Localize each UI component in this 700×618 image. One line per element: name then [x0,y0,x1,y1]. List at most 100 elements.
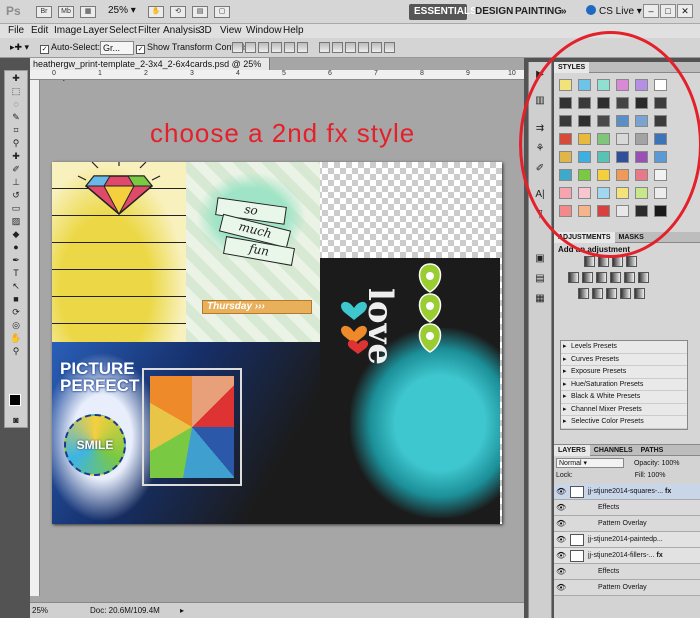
blur-tool-icon[interactable]: ◆ [5,228,27,240]
menu-file[interactable]: File [8,25,24,36]
style-swatch[interactable] [635,79,648,91]
minimize-icon[interactable]: – [643,4,659,18]
layer-effects-row[interactable]: 👁 Effects [554,564,700,580]
threshold-icon[interactable] [606,288,617,299]
style-swatch[interactable] [654,205,667,217]
style-swatch[interactable] [578,115,591,127]
menu-select[interactable]: Select [109,25,137,36]
distribute-left-icon[interactable] [358,42,370,53]
style-swatch[interactable] [559,115,572,127]
style-swatch[interactable] [635,115,648,127]
play-actions-icon[interactable]: ▶ [532,68,548,82]
levels-icon[interactable] [598,256,609,267]
style-swatch[interactable] [654,151,667,163]
zoom-tool-icon[interactable]: ⚲ [5,345,27,357]
tab-styles[interactable]: STYLES [554,62,590,73]
style-swatch[interactable] [616,205,629,217]
character-icon[interactable]: A| [532,188,548,202]
menu-help[interactable]: Help [283,25,304,36]
layer-effect-row[interactable]: 👁 Pattern Overlay [554,580,700,596]
rotate-view-icon[interactable]: ⟲ [170,6,186,18]
brush-presets-icon[interactable]: ⇉ [532,122,548,136]
cs-live-button[interactable]: CS Live ▾ [586,5,642,17]
posterize-icon[interactable] [592,288,603,299]
preset-item[interactable]: Channel Mixer Presets [561,404,687,416]
healing-tool-icon[interactable]: ✚ [5,150,27,162]
style-swatch[interactable] [559,169,572,181]
style-swatch[interactable] [559,205,572,217]
layer-effects-row[interactable]: 👁 Effects [554,500,700,516]
style-swatch[interactable] [597,115,610,127]
history-icon[interactable]: ▥ [532,94,548,108]
navigator-icon[interactable]: ▣ [532,252,548,266]
auto-select-dropdown[interactable]: Gr... [100,41,134,55]
dodge-tool-icon[interactable]: ● [5,241,27,253]
history-brush-tool-icon[interactable]: ↺ [5,189,27,201]
bridge-icon[interactable]: Br [36,6,52,18]
style-swatch[interactable] [654,115,667,127]
color-balance-icon[interactable] [596,272,607,283]
style-swatch[interactable] [654,169,667,181]
menu-3d[interactable]: 3D [199,25,212,36]
style-swatch[interactable] [616,151,629,163]
tab-channels[interactable]: CHANNELS [590,445,637,456]
channel-mixer-icon[interactable] [638,272,649,283]
menu-view[interactable]: View [220,25,242,36]
style-swatch[interactable] [597,169,610,181]
style-swatch[interactable] [616,133,629,145]
brush-tool-icon[interactable]: ✐ [5,163,27,175]
brushes-icon[interactable]: ✐ [532,162,548,176]
style-swatch[interactable] [635,187,648,199]
path-select-tool-icon[interactable]: ↖ [5,280,27,292]
style-swatch[interactable] [616,115,629,127]
minibridge-icon[interactable]: Mb [58,6,74,18]
layer-row[interactable]: 👁 jj-stjune2014-squares-... fx [554,484,700,500]
shape-tool-icon[interactable]: ■ [5,293,27,305]
gradient-tool-icon[interactable]: ▨ [5,215,27,227]
preset-item[interactable]: Black & White Presets [561,391,687,404]
brightness-icon[interactable] [584,256,595,267]
preset-item[interactable]: Curves Presets [561,354,687,366]
menu-filter[interactable]: Filter [138,25,160,36]
style-swatch[interactable] [597,97,610,109]
style-swatch[interactable] [578,79,591,91]
menu-layer[interactable]: Layer [83,25,108,36]
maximize-icon[interactable]: □ [660,4,676,18]
3d-camera-tool-icon[interactable]: ◎ [5,319,27,331]
distribute-bottom-icon[interactable] [345,42,357,53]
3d-rotate-tool-icon[interactable]: ⟳ [5,306,27,318]
fill-value[interactable]: 100% [648,472,666,479]
quick-mask-icon[interactable]: ◙ [5,414,27,426]
style-swatch[interactable] [559,187,572,199]
visibility-eye-icon[interactable]: 👁 [556,516,566,531]
workspace-essentials[interactable]: ESSENTIALS [409,4,477,20]
tab-adjustments[interactable]: ADJUSTMENTS [554,232,615,243]
document-tab[interactable]: heathergw_print-template_2-3x4_2-6x4card… [30,58,270,81]
style-swatch[interactable] [578,187,591,199]
close-icon[interactable]: ✕ [677,4,693,18]
status-zoom[interactable]: 25% [32,606,48,615]
curves-icon[interactable] [612,256,623,267]
arrange-documents-icon[interactable]: ▤ [192,6,208,18]
preset-item[interactable]: Levels Presets [561,341,687,354]
blend-mode-select[interactable]: Normal ▾ [556,458,624,468]
visibility-eye-icon[interactable]: 👁 [556,564,566,579]
style-swatch[interactable] [654,97,667,109]
style-swatch[interactable] [578,97,591,109]
preset-item[interactable]: Exposure Presets [561,366,687,379]
style-swatch[interactable] [597,133,610,145]
vibrance-icon[interactable] [568,272,579,283]
visibility-eye-icon[interactable]: 👁 [556,548,566,563]
style-swatch[interactable] [578,169,591,181]
status-arrow-icon[interactable]: ▸ [180,606,184,615]
distribute-vcenter-icon[interactable] [332,42,344,53]
photo-filter-icon[interactable] [624,272,635,283]
black-white-icon[interactable] [610,272,621,283]
style-swatch[interactable] [635,205,648,217]
eraser-tool-icon[interactable]: ▭ [5,202,27,214]
zoom-level-select[interactable]: 25% ▾ [108,5,136,16]
gradient-map-icon[interactable] [620,288,631,299]
visibility-eye-icon[interactable]: 👁 [556,580,566,595]
style-swatch[interactable] [578,205,591,217]
align-top-icon[interactable] [232,42,243,53]
